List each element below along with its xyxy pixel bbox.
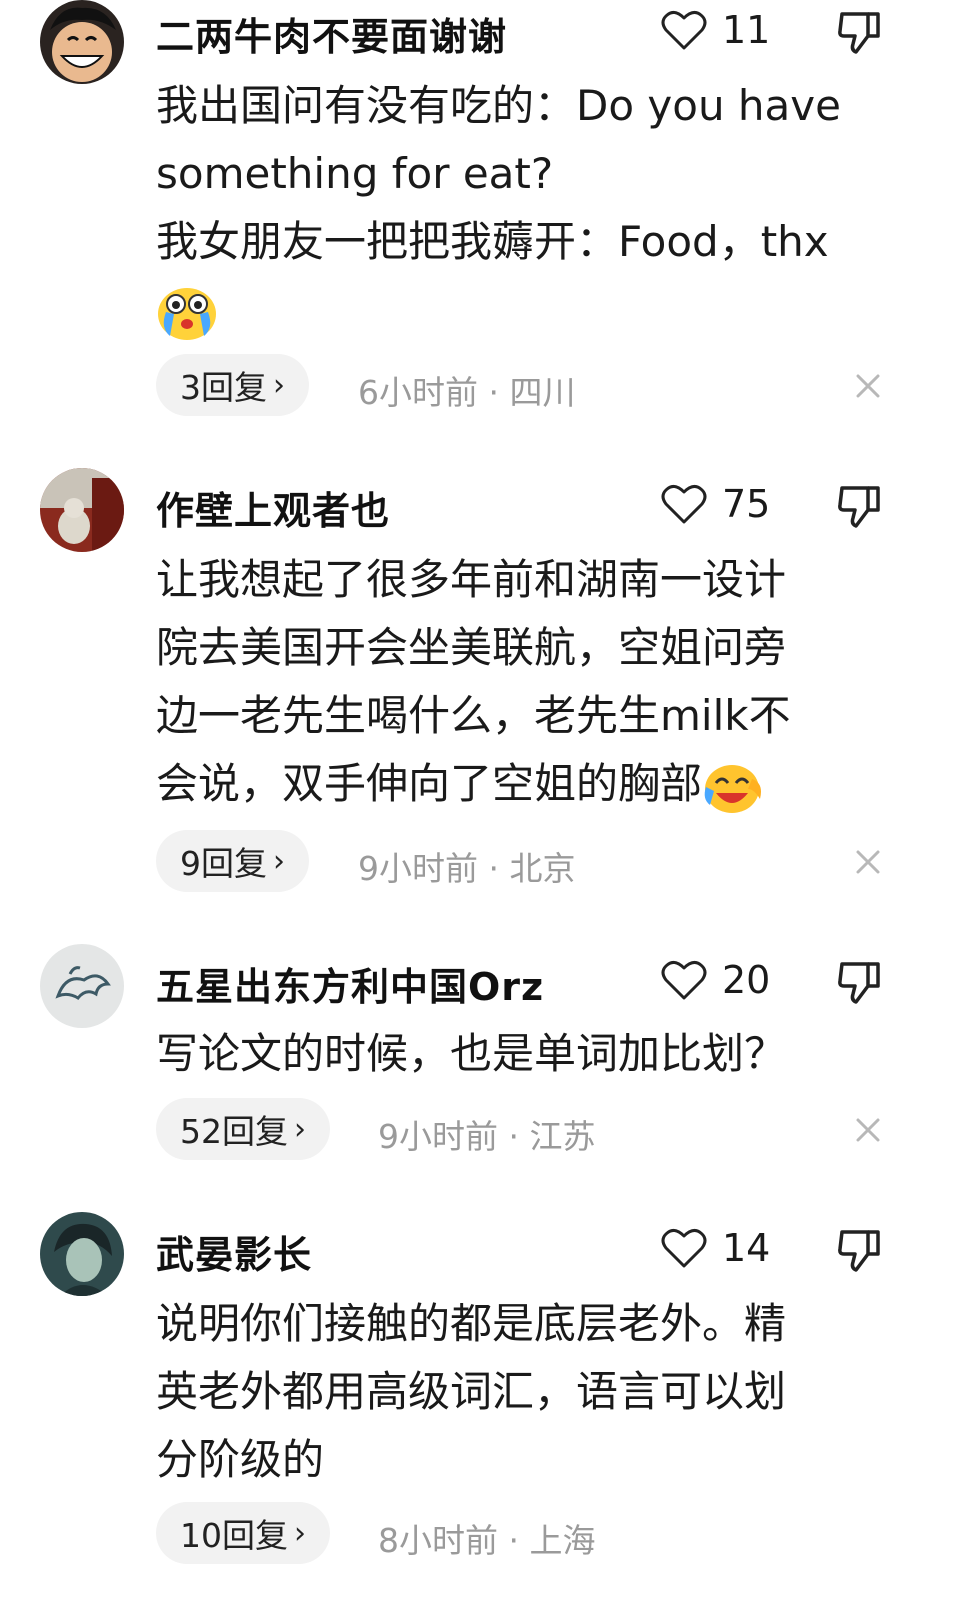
comment-text: 我出国问有没有吃的：Do you have something for eat?… — [156, 72, 896, 344]
comment-line: 我女朋友一把把我薅开：Food，thx — [156, 217, 829, 266]
dislike-button[interactable] — [834, 6, 884, 56]
heart-outline-icon — [661, 485, 707, 524]
comment-line: 写论文的时候，也是单词加比划？ — [156, 1029, 787, 1078]
comment-line: 说明你们接触的都是底层老外。精 — [156, 1299, 787, 1348]
chevron-right-icon: › — [294, 1111, 306, 1147]
avatar-image — [40, 1212, 124, 1296]
heart-outline-icon — [661, 961, 707, 1000]
like-count: 14 — [722, 1226, 771, 1270]
avatar-image — [40, 944, 124, 1028]
dislike-button[interactable] — [834, 1224, 884, 1274]
laughing-face-emoji — [704, 764, 762, 813]
thumbs-down-icon — [838, 12, 880, 54]
comment-line: 英老外都用高级词汇，语言可以划 — [156, 1367, 787, 1416]
comment-meta: 6小时前 · 四川 — [358, 373, 576, 412]
close-icon — [856, 1118, 880, 1142]
chevron-right-icon: › — [273, 843, 285, 879]
comment-text: 写论文的时候，也是单词加比划？ — [156, 1020, 896, 1088]
avatar-image — [40, 0, 124, 84]
replies-count: 10回复 — [180, 1516, 288, 1555]
like-button[interactable]: 11 — [660, 8, 770, 52]
replies-button[interactable]: 9回复 › — [156, 830, 309, 892]
dislike-button[interactable] — [834, 480, 884, 530]
avatar[interactable] — [40, 0, 124, 84]
comment-line: 会说，双手伸向了空姐的胸部 — [156, 759, 703, 808]
like-count: 11 — [722, 8, 771, 52]
comment-line: 我出国问有没有吃的：Do you have — [156, 81, 841, 130]
username[interactable]: 武晏影长 — [156, 1224, 312, 1279]
username[interactable]: 二两牛肉不要面谢谢 — [156, 6, 507, 61]
thumbs-down-icon — [838, 962, 880, 1004]
heart-outline-icon — [661, 1229, 707, 1268]
heart-outline-icon — [661, 11, 707, 50]
comment-text: 说明你们接触的都是底层老外。精 英老外都用高级词汇，语言可以划 分阶级的 — [156, 1290, 896, 1494]
replies-count: 3回复 — [180, 368, 267, 407]
like-button[interactable]: 14 — [660, 1226, 770, 1270]
like-button[interactable]: 75 — [660, 482, 770, 526]
dislike-button[interactable] — [834, 956, 884, 1006]
comment-line: something for eat? — [156, 149, 554, 198]
replies-button[interactable]: 3回复 › — [156, 354, 309, 416]
chevron-right-icon: › — [273, 367, 285, 403]
username[interactable]: 五星出东方利中国Orz — [156, 956, 544, 1011]
avatar[interactable] — [40, 1212, 124, 1296]
like-button[interactable]: 20 — [660, 958, 770, 1002]
replies-button[interactable]: 52回复 › — [156, 1098, 330, 1160]
replies-count: 52回复 — [180, 1112, 288, 1151]
comment-meta: 9小时前 · 北京 — [358, 849, 576, 888]
avatar-image — [40, 468, 124, 552]
replies-count: 9回复 — [180, 844, 267, 883]
comment-line: 让我想起了很多年前和湖南一设计 — [156, 555, 787, 604]
close-button[interactable] — [852, 370, 884, 402]
crying-face-emoji — [158, 287, 216, 340]
username[interactable]: 作壁上观者也 — [156, 480, 390, 535]
replies-button[interactable]: 10回复 › — [156, 1502, 330, 1564]
thumbs-down-icon — [838, 1230, 880, 1272]
close-button[interactable] — [852, 1114, 884, 1146]
thumbs-down-icon — [838, 486, 880, 528]
comment-meta: 9小时前 · 江苏 — [378, 1117, 596, 1156]
comment-line: 分阶级的 — [156, 1435, 325, 1484]
comment-text: 让我想起了很多年前和湖南一设计 院去美国开会坐美联航，空姐问旁 边一老先生喝什么… — [156, 546, 896, 818]
avatar[interactable] — [40, 468, 124, 552]
avatar[interactable] — [40, 944, 124, 1028]
like-count: 75 — [722, 482, 771, 526]
close-icon — [856, 850, 880, 874]
like-count: 20 — [722, 958, 771, 1002]
chevron-right-icon: › — [294, 1515, 306, 1551]
comment-line: 院去美国开会坐美联航，空姐问旁 — [156, 623, 787, 672]
comment-line: 边一老先生喝什么，老先生milk不 — [156, 691, 791, 740]
comment-meta: 8小时前 · 上海 — [378, 1521, 596, 1560]
close-button[interactable] — [852, 846, 884, 878]
close-icon — [856, 374, 880, 398]
